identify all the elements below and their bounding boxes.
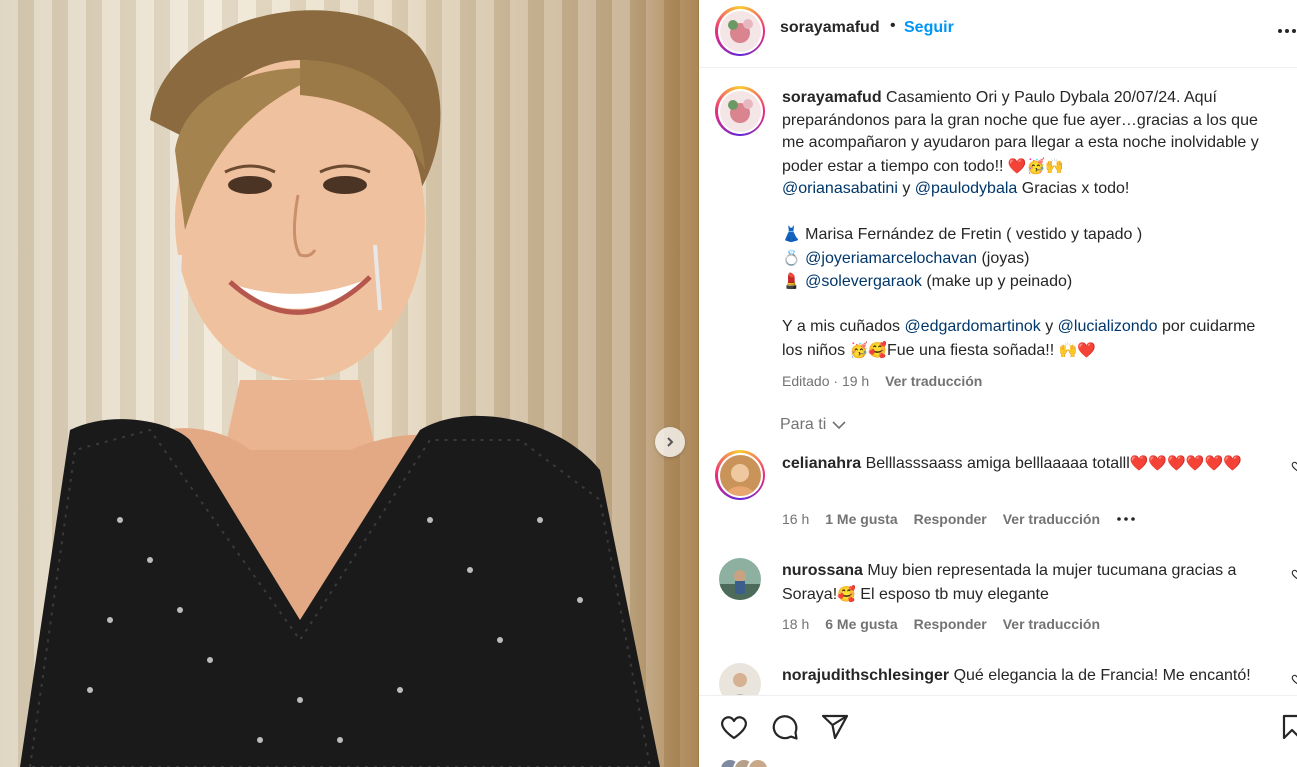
separator-dot: • — [890, 17, 896, 34]
caption-author-avatar[interactable] — [715, 86, 765, 136]
comment-text: norajudithschlesinger Qué elegancia la d… — [782, 665, 1272, 688]
share-button[interactable] — [820, 712, 850, 742]
comment-time[interactable]: 16 h — [782, 511, 809, 527]
chevron-down-icon — [832, 421, 846, 430]
caption-ring-suffix: (joyas) — [977, 249, 1030, 267]
comment-time[interactable]: 18 h — [782, 616, 809, 632]
commenter-avatar[interactable] — [719, 663, 761, 695]
caption-text: sorayamafud Casamiento Ori y Paulo Dybal… — [782, 87, 1272, 393]
post-image — [0, 0, 699, 767]
comment-icon — [772, 715, 798, 740]
caption-meta: Editado · 19 h Ver traducción — [782, 370, 1272, 393]
comment-likes[interactable]: 1 Me gusta — [825, 511, 897, 527]
carousel-next-button[interactable] — [655, 427, 685, 457]
caption-emoji-2: 🥳🥰 — [849, 340, 887, 359]
more-horizontal-icon[interactable] — [1116, 516, 1136, 522]
sort-label: Para ti — [780, 416, 827, 433]
translate-comment-button[interactable]: Ver traducción — [1003, 511, 1100, 527]
mention-joyeriamarcelochavan[interactable]: @joyeriamarcelochavan — [805, 250, 977, 267]
comment-meta: 18 h 6 Me gusta Responder Ver traducción — [782, 616, 1100, 632]
post-time[interactable]: 19 h — [842, 373, 869, 389]
comment-meta: 16 h 1 Me gusta Responder Ver traducción — [782, 511, 1136, 527]
follow-button[interactable]: Seguir — [904, 19, 954, 37]
comment-likes[interactable]: 6 Me gusta — [825, 616, 897, 632]
comment-emoji: ❤️❤️❤️❤️❤️❤️ — [1129, 454, 1242, 472]
caption-username[interactable]: sorayamafud — [782, 89, 882, 106]
more-options-button[interactable] — [1277, 18, 1297, 44]
dress-emoji: 👗 — [782, 225, 801, 243]
liker-avatar — [747, 758, 769, 767]
meta-separator: · — [829, 373, 842, 389]
post-actions-bar — [699, 695, 1297, 767]
caption-and-2: y — [1040, 318, 1058, 335]
mention-paulodybala[interactable]: @paulodybala — [915, 180, 1018, 197]
heart-icon — [721, 716, 747, 740]
reply-button[interactable]: Responder — [914, 616, 987, 632]
reply-button[interactable]: Responder — [914, 511, 987, 527]
bookmark-icon — [1282, 714, 1297, 740]
more-horizontal-icon — [1278, 29, 1296, 33]
mention-solevergaraok[interactable]: @solevergaraok — [805, 273, 922, 290]
commenter-avatar[interactable] — [719, 558, 761, 600]
commenter-username[interactable]: norajudithschlesinger — [782, 667, 949, 684]
comment-like-heart-icon[interactable] — [1291, 568, 1297, 580]
ring-emoji: 💍 — [782, 248, 801, 267]
avatar-image — [719, 454, 761, 496]
save-button[interactable] — [1277, 712, 1297, 742]
mention-orianasabatini[interactable]: @orianasabatini — [782, 180, 898, 197]
caption-text-5: Fue una fiesta soñada!! — [886, 341, 1059, 359]
translate-comment-button[interactable]: Ver traducción — [1003, 616, 1100, 632]
mention-lucializondo[interactable]: @lucializondo — [1058, 318, 1158, 335]
lipstick-emoji: 💄 — [782, 272, 801, 290]
translate-caption-button[interactable]: Ver traducción — [885, 373, 982, 389]
author-username[interactable]: sorayamafud — [780, 19, 880, 37]
comment-like-heart-icon[interactable] — [1291, 460, 1297, 472]
comment-text: nurossana Muy bien representada la mujer… — [782, 560, 1272, 606]
commenter-username[interactable]: nurossana — [782, 562, 863, 579]
edited-label: Editado — [782, 373, 830, 389]
chevron-right-icon — [667, 437, 674, 447]
paper-plane-icon — [821, 714, 849, 740]
woman-portrait-illustration — [20, 10, 660, 767]
post-detail-panel: sorayamafud • Seguir sorayamafud Casamie… — [699, 0, 1297, 767]
commenter-avatar[interactable] — [715, 450, 765, 500]
avatar-image — [719, 90, 761, 132]
comment-body-after: El esposo tb muy elegante — [855, 585, 1049, 603]
author-avatar[interactable] — [715, 6, 765, 56]
mention-edgardomartinok[interactable]: @edgardomartinok — [904, 318, 1040, 335]
comment-body: Belllasssaass amiga belllaaaaa totalll — [861, 455, 1130, 472]
post-header: sorayamafud • Seguir — [699, 0, 1297, 68]
avatar-image — [719, 663, 761, 695]
comment-sort-dropdown[interactable]: Para ti — [780, 416, 846, 434]
comment-text: celianahra Belllasssaass amiga belllaaaa… — [782, 452, 1272, 476]
avatar-image — [719, 10, 761, 52]
caption-text-3: Y a mis cuñados — [782, 318, 905, 335]
comment-emoji: 🥰 — [837, 584, 856, 603]
avatar-image — [719, 558, 761, 600]
caption-emoji-3: 🙌❤️ — [1058, 340, 1096, 359]
comment-button[interactable] — [770, 712, 800, 742]
commenter-username[interactable]: celianahra — [782, 455, 861, 472]
caption-and-1: y — [897, 180, 915, 197]
caption-text-2: Gracias x todo! — [1017, 180, 1130, 197]
comment-body: Qué elegancia la de Francia! Me encantó! — [949, 667, 1251, 684]
comment-like-heart-icon[interactable] — [1291, 673, 1297, 685]
comments-scroll-area[interactable]: sorayamafud Casamiento Ori y Paulo Dybal… — [699, 69, 1297, 695]
like-button[interactable] — [719, 712, 749, 742]
caption-lips-suffix: (make up y peinado) — [921, 273, 1073, 290]
caption-dress-line: Marisa Fernández de Fretin ( vestido y t… — [800, 226, 1143, 243]
caption-emoji-1: ❤️🥳🙌 — [1007, 156, 1064, 175]
likers-avatars[interactable] — [719, 758, 769, 767]
